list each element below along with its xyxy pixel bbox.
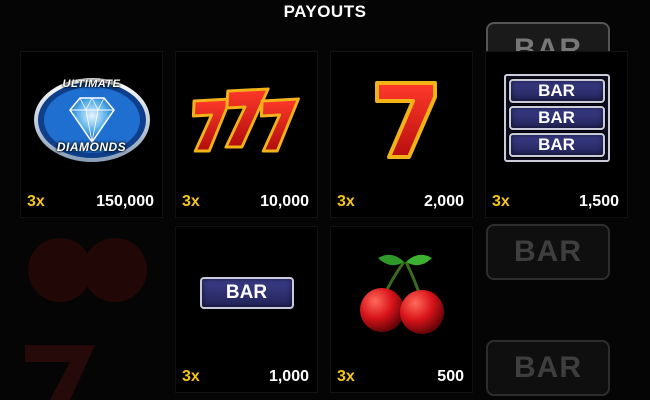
bar-icon: BAR — [176, 233, 317, 353]
multiplier-label: 3x — [492, 193, 510, 210]
payout-card-ultimate-diamonds: ULTIMATE DIAMONDS 3x 150,000 — [20, 51, 163, 218]
ultimate-diamonds-logo — [21, 58, 162, 178]
bar-symbol: BAR — [508, 133, 605, 157]
payout-amount: 10,000 — [260, 193, 309, 210]
background-cherry-icon — [28, 238, 147, 302]
background-bar-symbol: BAR — [486, 224, 610, 280]
seven-icon — [331, 58, 472, 178]
payout-card-single-seven: 3x 2,000 — [330, 51, 473, 218]
bar-symbol: BAR — [508, 106, 605, 130]
payout-card-single-bar: BAR 3x 1,000 — [175, 226, 318, 393]
triple-seven-icon — [176, 58, 317, 178]
payout-card-triple-seven: 3x 10,000 — [175, 51, 318, 218]
multiplier-label: 3x — [182, 193, 200, 210]
payout-card-cherry: 3x 500 — [330, 226, 473, 393]
payout-amount: 2,000 — [423, 193, 464, 210]
multiplier-label: 3x — [27, 193, 45, 210]
triple-bar-icon: BAR BAR BAR — [486, 58, 627, 178]
payout-amount: 1,500 — [578, 193, 619, 210]
cherry-icon — [331, 233, 472, 353]
background-seven-icon — [25, 345, 95, 400]
bar-symbol: BAR — [199, 277, 294, 309]
diamonds-logo-text: DIAMONDS — [56, 140, 127, 154]
payout-amount: 150,000 — [96, 193, 154, 210]
ultimate-logo-text: ULTIMATE — [62, 78, 121, 90]
multiplier-label: 3x — [337, 193, 355, 210]
bar-symbol: BAR — [508, 79, 605, 103]
payout-card-triple-bar: BAR BAR BAR 3x 1,500 — [485, 51, 628, 218]
payout-amount: 500 — [437, 368, 464, 385]
multiplier-label: 3x — [182, 368, 200, 385]
payout-amount: 1,000 — [268, 368, 309, 385]
payouts-title: PAYOUTS — [283, 2, 367, 21]
multiplier-label: 3x — [337, 368, 355, 385]
background-bar-symbol: BAR — [486, 340, 610, 396]
